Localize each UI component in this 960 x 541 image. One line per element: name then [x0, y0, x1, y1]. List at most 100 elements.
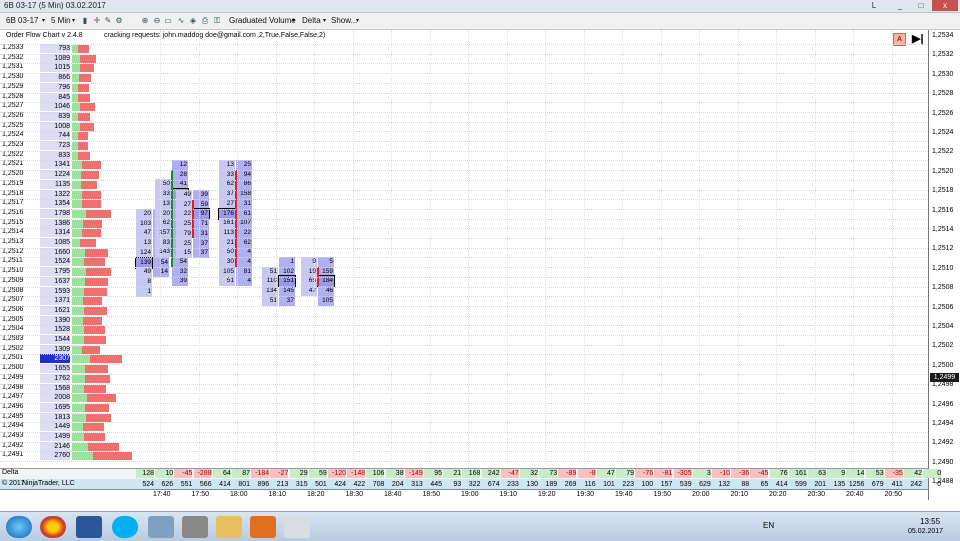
price-axis-label: 1,2504	[932, 323, 954, 330]
price-axis-label: 1,2514	[932, 226, 954, 233]
profile-buy-bar	[72, 394, 87, 403]
close-button[interactable]: x	[932, 0, 958, 11]
maximize-button[interactable]: □	[911, 0, 931, 11]
delta-value: 73	[539, 469, 558, 478]
time-axis-label: 18:20	[307, 491, 325, 498]
print-icon[interactable]: ⎙	[200, 15, 210, 26]
ninjatrader-icon[interactable]	[284, 516, 310, 538]
chrome-icon[interactable]	[40, 516, 66, 538]
minimize-button[interactable]: _	[890, 0, 910, 11]
profile-volume-value: 1015	[40, 63, 70, 73]
profile-price-label: 1,2510	[2, 267, 24, 275]
media-player-icon[interactable]	[250, 516, 276, 538]
volume-value: 414	[219, 481, 231, 488]
profile-price-label: 1,2518	[2, 189, 24, 197]
ask-volume-cell: 81	[236, 266, 252, 277]
graduated-volume-selector[interactable]: Graduated Volume	[229, 15, 296, 27]
price-axis[interactable]: 1,2534 1,2532 1,2530 1,2528 1,2526 1,2524 1,25…	[928, 30, 960, 500]
volume-value: 204	[391, 481, 404, 488]
start-orb-icon[interactable]	[6, 516, 32, 538]
volume-value: 551	[180, 481, 193, 488]
strategy-icon[interactable]: ◈	[188, 15, 198, 26]
data-box-icon[interactable]: ▭	[163, 15, 173, 26]
volume-value: 65	[760, 481, 769, 488]
profile-sell-bar	[84, 336, 106, 344]
chevron-down-icon[interactable]: ▾	[356, 15, 359, 27]
price-axis-label: 1,2506	[932, 303, 954, 311]
profile-price-label: 1,2511	[2, 257, 23, 265]
clock-date[interactable]: 05.02.2017	[908, 528, 943, 535]
volume-value: 116	[584, 481, 596, 488]
profile-volume-value: 1354	[40, 199, 70, 209]
profile-volume-value: 1341	[40, 160, 70, 170]
ask-volume-cell: 145	[279, 286, 295, 297]
bid-volume-cell: 20	[155, 208, 171, 219]
clock-time[interactable]: 13:55	[920, 517, 940, 526]
show-menu[interactable]: Show...	[331, 15, 357, 27]
profile-volume-value: 845	[40, 92, 70, 102]
profile-buy-bar	[72, 403, 85, 412]
link-button[interactable]: L	[866, 0, 882, 11]
chevron-down-icon[interactable]: ▾	[72, 15, 75, 27]
grid-line	[0, 82, 928, 84]
volume-value: 269	[564, 481, 577, 488]
zoom-out-icon[interactable]: ⊖	[152, 15, 162, 26]
language-indicator[interactable]: EN	[763, 521, 774, 530]
bid-volume-cell: 157	[155, 227, 171, 238]
drawing-pencil-icon[interactable]: ✎	[103, 15, 113, 26]
profile-price-label: 1,2513	[2, 238, 24, 245]
bid-volume-cell: 27	[219, 198, 235, 209]
ask-volume-cell: 54	[172, 257, 188, 267]
chevron-down-icon[interactable]: ▾	[292, 15, 295, 27]
crosshair-icon[interactable]: ✛	[92, 15, 102, 26]
profile-sell-bar	[85, 374, 110, 383]
delta-value: 3	[692, 469, 711, 478]
profile-volume-value: 1660	[40, 247, 70, 257]
lock-icon[interactable]: ⚿	[212, 15, 222, 26]
profile-buy-bar	[72, 452, 93, 461]
palette-icon[interactable]	[148, 516, 174, 538]
bid-volume-cell: 62	[155, 218, 171, 229]
word-icon[interactable]	[76, 516, 102, 538]
delta-selector[interactable]: Delta	[302, 15, 321, 27]
window-icon[interactable]	[182, 516, 208, 538]
delta-value: -305	[673, 469, 692, 478]
order-flow-chart[interactable]: Order Flow Chart v 2.4.8 cracking reques…	[0, 30, 928, 468]
price-axis-label: 1,2528	[932, 90, 954, 98]
time-axis-label: 19:20	[538, 491, 556, 498]
folder-icon[interactable]	[216, 516, 242, 538]
indicators-icon[interactable]: ∿	[176, 15, 186, 26]
instrument-selector[interactable]: 6B 03-17	[6, 15, 38, 27]
skype-icon[interactable]	[112, 516, 138, 538]
profile-sell-bar	[82, 200, 101, 209]
time-axis-label: 20:30	[807, 491, 826, 498]
profile-volume-value: 1089	[40, 53, 70, 63]
profile-volume-value: 2760	[40, 451, 70, 461]
bar-chart-icon[interactable]: ▮	[80, 15, 90, 26]
ask-volume-cell: 102	[279, 266, 295, 277]
price-axis-label: 1,2510	[932, 264, 954, 272]
volume-value: 189	[545, 481, 558, 488]
chevron-down-icon[interactable]: ▾	[323, 15, 326, 27]
profile-sell-bar	[86, 413, 111, 422]
profile-volume-value: 793	[40, 44, 70, 53]
delta-value: -8	[577, 469, 596, 478]
profile-buy-bar	[72, 239, 80, 247]
profile-buy-bar	[72, 326, 84, 335]
zoom-in-icon[interactable]: ⊕	[140, 15, 150, 26]
price-axis-label: 1,2524	[932, 129, 954, 136]
price-axis-label: 1,2534	[932, 32, 954, 39]
profile-sell-bar	[81, 180, 97, 189]
time-grid-line	[198, 30, 200, 468]
time-grid-line	[776, 30, 777, 468]
time-grid-line	[737, 30, 739, 468]
profile-price-label: 1,2532	[2, 53, 24, 61]
time-grid-line	[468, 30, 469, 468]
properties-icon[interactable]: ⚙	[114, 15, 124, 26]
interval-selector[interactable]: 5 Min	[51, 15, 71, 27]
delta-value: 59	[308, 469, 327, 478]
grid-line	[0, 441, 928, 443]
ask-volume-cell: 5	[318, 257, 334, 267]
chevron-down-icon[interactable]: ▾	[42, 15, 45, 27]
current-price-marker: 1,2499	[930, 373, 959, 382]
